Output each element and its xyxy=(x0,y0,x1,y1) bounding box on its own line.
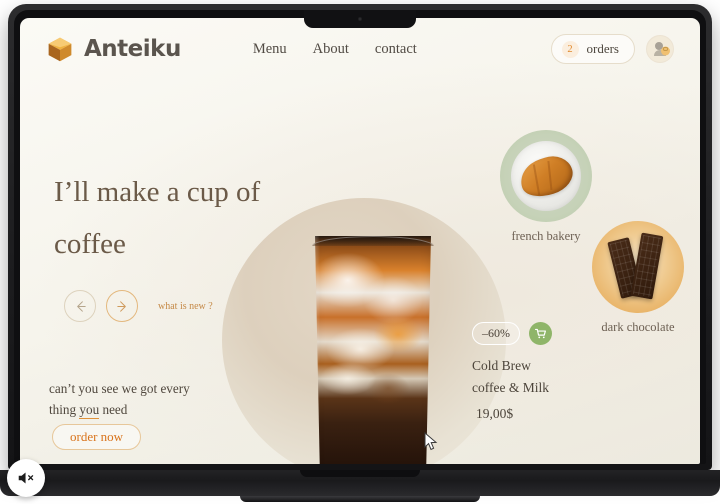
hero-subtext-line-2b: need xyxy=(99,402,128,417)
hero-subtext-line-2a: thing xyxy=(49,402,80,417)
hero-subtext-underlined: you xyxy=(79,402,100,419)
nav-item-about[interactable]: About xyxy=(313,41,349,58)
page-title: I’ll make a cup of coffee xyxy=(54,166,344,270)
glass-body xyxy=(315,236,431,464)
carousel-prev-button[interactable] xyxy=(64,290,96,322)
mouse-pointer-icon xyxy=(424,432,438,451)
camera-icon xyxy=(358,17,362,21)
main-nav: Menu About contact xyxy=(253,41,417,58)
brand-logo[interactable]: Anteiku xyxy=(46,35,181,63)
laptop-mockup: Anteiku Menu About contact 2 orders I’ll… xyxy=(0,0,720,504)
product-price: 19,00$ xyxy=(476,406,514,421)
avatar-icon xyxy=(647,36,673,62)
hero-title-line-1: I’ll make a cup of xyxy=(54,176,261,208)
header-actions: 2 orders xyxy=(550,34,674,64)
speaker-muted-icon xyxy=(18,472,34,484)
nav-item-contact[interactable]: contact xyxy=(375,41,417,58)
discount-badge: –60% xyxy=(472,322,520,345)
orders-count-badge: 2 xyxy=(561,40,579,58)
product-name-line-2: coffee & Milk xyxy=(472,380,549,395)
nav-item-menu[interactable]: Menu xyxy=(253,41,287,58)
laptop-foot xyxy=(240,496,480,502)
whats-new-link[interactable]: what is new ? xyxy=(158,301,213,312)
croissant-image xyxy=(500,130,592,222)
shopping-cart-icon xyxy=(535,328,546,339)
carousel-next-button[interactable] xyxy=(106,290,138,322)
product-info-panel: –60% Cold Brew coffee & Milk 19,00$ xyxy=(472,322,592,422)
chocolate-image xyxy=(592,221,684,313)
product-name: Cold Brew coffee & Milk xyxy=(472,355,572,399)
laptop-hinge-notch xyxy=(300,470,420,477)
chocolate-bar-2 xyxy=(630,232,664,300)
avatar[interactable] xyxy=(646,35,674,63)
brand-name: Anteiku xyxy=(84,36,181,62)
hero-title-line-2: coffee xyxy=(54,228,126,260)
hero-subtext: can’t you see we got every thing you nee… xyxy=(49,378,259,420)
hero-subtext-line-1: can’t you see we got every xyxy=(49,381,190,396)
side-card-dark-chocolate[interactable]: dark chocolate xyxy=(588,221,688,335)
orders-label: orders xyxy=(586,41,620,56)
product-image-iced-coffee xyxy=(310,236,436,464)
add-to-cart-button[interactable] xyxy=(529,322,552,345)
laptop-camera-notch xyxy=(304,10,416,28)
product-name-line-1: Cold Brew xyxy=(472,358,531,373)
orders-button[interactable]: 2 orders xyxy=(550,34,635,64)
side-card-label-chocolate: dark chocolate xyxy=(601,320,675,334)
browser-viewport: Anteiku Menu About contact 2 orders I’ll… xyxy=(20,18,700,464)
cube-icon xyxy=(48,37,72,62)
product-info-top-row: –60% xyxy=(472,322,592,345)
arrow-left-icon xyxy=(76,300,86,312)
order-now-button[interactable]: order now xyxy=(52,424,142,450)
mute-button[interactable] xyxy=(7,459,45,497)
arrow-right-icon xyxy=(116,300,126,312)
carousel-controls: what is new ? xyxy=(64,290,213,322)
